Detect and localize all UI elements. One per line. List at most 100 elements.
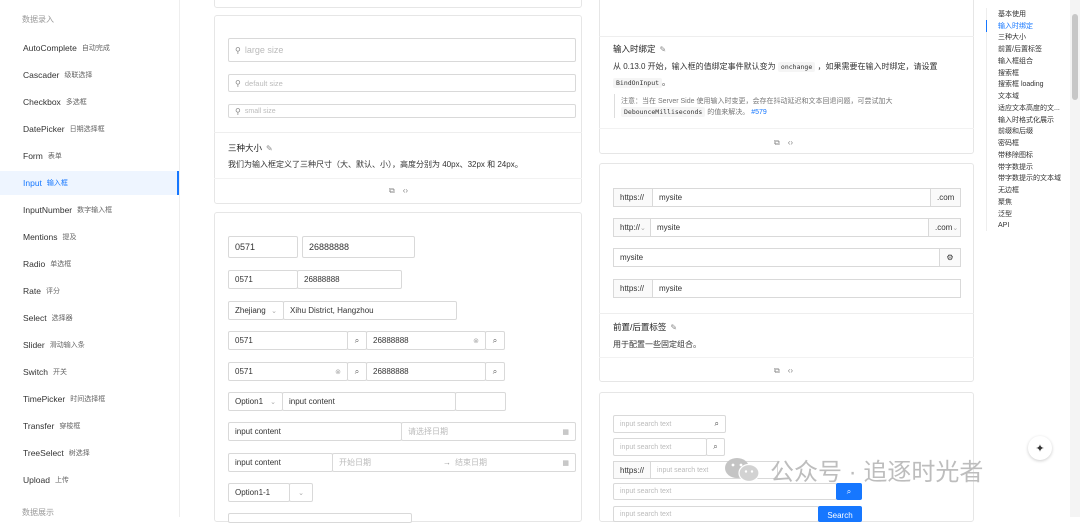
phone-input-large[interactable]: 26888888 [302, 236, 415, 258]
search-input[interactable]: input search text [613, 506, 819, 522]
large-size-input[interactable]: ⚲ large size [228, 38, 576, 62]
cascader-dropdown[interactable]: ⌄ [289, 483, 313, 502]
sidebar-item-autocomplete[interactable]: AutoComplete 自动完成 [0, 36, 179, 60]
toc-item[interactable]: 前缀和后缀 [987, 126, 1066, 138]
sidebar-item-radio[interactable]: Radio 单选框 [0, 252, 179, 276]
sidebar-item-label: Select [23, 313, 47, 323]
sidebar-item-switch[interactable]: Switch 开关 [0, 360, 179, 384]
scrollbar-thumb[interactable] [1072, 14, 1078, 100]
sidebar-item-treeselect[interactable]: TreeSelect 树选择 [0, 441, 179, 465]
address-input[interactable]: Xihu District, Hangzhou [283, 301, 457, 320]
sidebar-item-slider[interactable]: Slider 滑动输入条 [0, 333, 179, 357]
phone-search-input[interactable]: 26888888 ⊗ [366, 331, 486, 350]
sidebar-item-upload[interactable]: Upload 上传 [0, 468, 179, 492]
sidebar-item-sublabel: 滑动输入条 [49, 342, 85, 349]
toc-item[interactable]: 密码框 [987, 137, 1066, 149]
settings-addon[interactable]: ⚙ [939, 248, 961, 267]
search-button[interactable]: ⌕ [347, 331, 367, 350]
pencil-icon[interactable]: ✎ [660, 45, 667, 54]
toc-item[interactable]: 带字数提示的文本域 [987, 173, 1066, 185]
sidebar-group-data-entry: 数据录入 [22, 15, 54, 24]
province-select[interactable]: Zhejiang ⌄ [228, 301, 284, 320]
content-input[interactable]: input content [282, 392, 456, 411]
toc-item[interactable]: 泛型 [987, 208, 1066, 220]
area-code-clear-input[interactable]: 0571 ⊗ [228, 362, 348, 381]
content-input[interactable]: input content [228, 422, 402, 441]
sidebar-item-select[interactable]: Select 选择器 [0, 306, 179, 330]
toc-item[interactable]: 适应文本高度的文... [987, 102, 1066, 114]
extra-input[interactable] [455, 392, 506, 411]
issue-link[interactable]: #579 [751, 109, 767, 116]
search-icon: ⌕ [713, 442, 718, 451]
option-select[interactable]: Option1 ⌄ [228, 392, 283, 411]
sidebar-item-sublabel: 选择器 [51, 315, 73, 322]
toc-item[interactable]: 基本使用 [987, 8, 1066, 20]
sidebar-item-input[interactable]: Input 输入框 [0, 171, 179, 195]
protocol-select[interactable]: http:// ⌄ [613, 218, 651, 237]
toc-item[interactable]: 带字数提示 [987, 161, 1066, 173]
clear-icon[interactable]: ⊗ [473, 337, 479, 345]
small-size-input[interactable]: ⚲ small size [228, 104, 576, 118]
site-input[interactable]: mysite [652, 279, 961, 298]
date-range-picker[interactable]: 开始日期 → 结束日期 ▦ [332, 453, 576, 472]
sidebar-item-inputnumber[interactable]: InputNumber 数字输入框 [0, 198, 179, 222]
phone-clear-input[interactable]: 26888888 [366, 362, 486, 381]
site-input[interactable]: mysite [613, 248, 940, 267]
domain-select[interactable]: .com ⌄ [928, 218, 961, 237]
toc-item[interactable]: 输入时格式化展示 [987, 114, 1066, 126]
sidebar-item-label: Checkbox [23, 97, 61, 107]
cut-off-input[interactable] [228, 513, 412, 523]
magic-wand-icon[interactable]: ✦ [1028, 436, 1052, 460]
toc-item[interactable]: 无边框 [987, 184, 1066, 196]
pencil-icon[interactable]: ✎ [266, 144, 273, 153]
sidebar-item-rate[interactable]: Rate 评分 [0, 279, 179, 303]
area-code-input[interactable]: 0571 [228, 270, 298, 289]
sidebar-item-timepicker[interactable]: TimePicker 时间选择框 [0, 387, 179, 411]
code-icon[interactable]: ‹› [788, 366, 793, 376]
code-icon[interactable]: ‹› [788, 138, 793, 148]
search-button[interactable]: ⌕ [485, 362, 505, 381]
sidebar-item-label: DatePicker [23, 124, 65, 134]
toc-item[interactable]: 聚焦 [987, 196, 1066, 208]
search-input[interactable]: input search text [613, 438, 707, 456]
pencil-icon[interactable]: ✎ [670, 323, 677, 332]
cascader-select[interactable]: Option1-1 [228, 483, 290, 502]
copy-icon[interactable]: ⧉ [774, 366, 780, 376]
sidebar-item-mentions[interactable]: Mentions 提及 [0, 225, 179, 249]
sidebar-item-transfer[interactable]: Transfer 穿梭框 [0, 414, 179, 438]
search-button[interactable]: ⌕ [485, 331, 505, 350]
toc-item[interactable]: 搜索框 [987, 67, 1066, 79]
area-code-input-large[interactable]: 0571 [228, 236, 298, 258]
search-button[interactable]: ⌕ [347, 362, 367, 381]
demo-toolbar: ⧉ ‹› [389, 186, 408, 196]
content-input[interactable]: input content [228, 453, 333, 472]
sidebar-item-label: Switch [23, 367, 49, 377]
code-icon[interactable]: ‹› [403, 186, 408, 196]
sidebar-item-checkbox[interactable]: Checkbox 多选框 [0, 90, 179, 114]
sidebar-item-datepicker[interactable]: DatePicker 日期选择框 [0, 117, 179, 141]
copy-icon[interactable]: ⧉ [774, 138, 780, 148]
site-input[interactable]: mysite [652, 188, 931, 207]
search-button[interactable]: Search [818, 506, 862, 522]
toc-item[interactable]: 带移除图标 [987, 149, 1066, 161]
copy-icon[interactable]: ⧉ [389, 186, 395, 196]
site-input[interactable]: mysite [650, 218, 929, 237]
date-picker[interactable]: 请选择日期 ▦ [401, 422, 576, 441]
toc-item[interactable]: 输入框组合 [987, 55, 1066, 67]
search-icon[interactable]: ⌕ [715, 419, 719, 429]
toc-item[interactable]: 输入时绑定 [986, 19, 1066, 32]
toc-item[interactable]: API [987, 220, 1066, 232]
clear-icon[interactable]: ⊗ [335, 368, 341, 376]
search-input[interactable]: input search text ⌕ [613, 415, 726, 433]
phone-input[interactable]: 26888888 [297, 270, 402, 289]
sidebar-item-cascader[interactable]: Cascader 级联选择 [0, 63, 179, 87]
toc-item[interactable]: 前置/后置标签 [987, 43, 1066, 55]
chevron-down-icon: ⌄ [952, 224, 959, 232]
default-size-input[interactable]: ⚲ default size [228, 74, 576, 92]
toc-item[interactable]: 搜索框 loading [987, 79, 1066, 91]
toc-item[interactable]: 文本域 [987, 90, 1066, 102]
binding-demo-title: 输入时绑定 ✎ [613, 44, 667, 54]
sidebar-item-form[interactable]: Form 表单 [0, 144, 179, 168]
toc-item[interactable]: 三种大小 [987, 32, 1066, 44]
area-code-search-input[interactable]: 0571 [228, 331, 348, 350]
